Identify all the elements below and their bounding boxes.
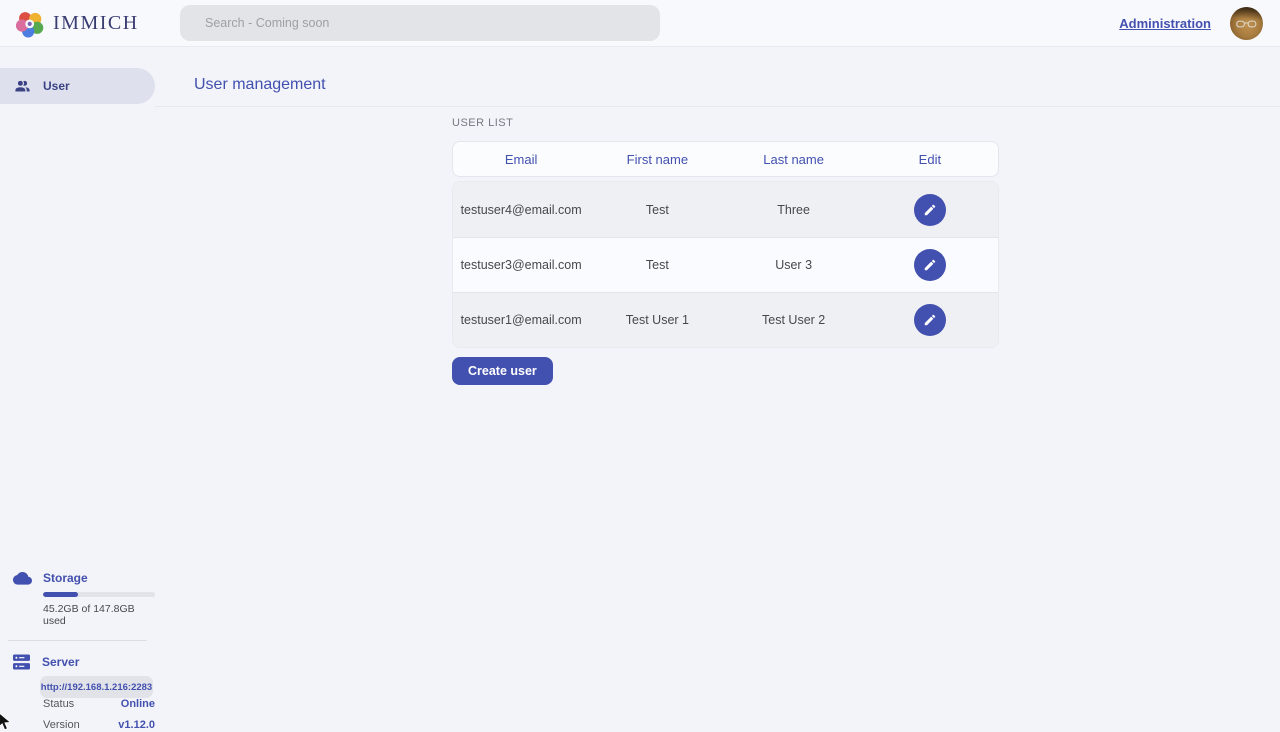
pencil-icon [923,313,937,327]
cell-email: testuser1@email.com [453,313,589,327]
server-section: Server http://192.168.1.216:2283 Status … [0,654,155,731]
header-last-name: Last name [726,152,862,167]
cell-email: testuser3@email.com [453,258,589,272]
server-section-header: Server [13,654,155,670]
server-title: Server [42,655,79,669]
cell-first-name: Test User 1 [589,313,725,327]
edit-user-button[interactable] [914,194,946,226]
version-value: v1.12.0 [118,719,155,731]
user-list-section-label: USER LIST [452,117,513,129]
server-icon [13,654,31,670]
server-url-badge: http://192.168.1.216:2283 [40,676,153,698]
server-version-row: Version v1.12.0 [43,719,155,731]
cell-email: testuser4@email.com [453,203,589,217]
users-group-icon [14,78,31,95]
page-title: User management [194,76,326,94]
edit-user-button[interactable] [914,304,946,336]
server-status-row: Status Online [43,698,155,710]
cell-last-name: Test User 2 [726,313,862,327]
status-label: Status [43,698,74,710]
cloud-icon [13,570,32,585]
pencil-icon [923,203,937,217]
avatar-glasses-detail [1236,20,1257,29]
header-first-name: First name [589,152,725,167]
user-avatar[interactable] [1230,7,1263,40]
pencil-icon [923,258,937,272]
sidebar-item-label: User [43,79,70,93]
storage-progress-fill [43,592,78,597]
user-table: testuser4@email.com Test Three testuser3… [452,181,999,348]
topbar-right-group: Administration [1119,0,1263,47]
storage-progress-bar [43,592,155,597]
sidebar-divider [8,640,147,641]
administration-link[interactable]: Administration [1119,16,1211,31]
table-row: testuser4@email.com Test Three [453,182,998,237]
immich-flower-icon [16,10,44,38]
storage-usage-text: 45.2GB of 147.8GB used [43,603,155,627]
table-row: testuser1@email.com Test User 1 Test Use… [453,292,998,347]
storage-title: Storage [43,571,88,585]
create-user-button[interactable]: Create user [452,357,553,385]
top-navigation-bar: IMMICH Administration [0,0,1280,47]
app-logo[interactable]: IMMICH [16,0,139,47]
mouse-cursor [0,712,12,732]
cell-first-name: Test [589,203,725,217]
cell-last-name: Three [726,203,862,217]
user-table-header: Email First name Last name Edit [452,141,999,177]
storage-section-header: Storage [13,570,155,585]
app-title: IMMICH [53,12,139,35]
title-divider [155,106,1280,107]
cell-first-name: Test [589,258,725,272]
sidebar: User Storage 45.2GB of 147.8GB used [0,47,155,730]
table-row: testuser3@email.com Test User 3 [453,237,998,292]
status-value: Online [121,698,155,710]
sidebar-item-users[interactable]: User [0,68,155,104]
edit-user-button[interactable] [914,249,946,281]
header-email: Email [453,152,589,167]
version-label: Version [43,719,80,731]
cell-last-name: User 3 [726,258,862,272]
header-edit: Edit [862,152,998,167]
sidebar-status-panel: Storage 45.2GB of 147.8GB used Server ht… [0,570,155,731]
search-input[interactable] [180,5,660,41]
